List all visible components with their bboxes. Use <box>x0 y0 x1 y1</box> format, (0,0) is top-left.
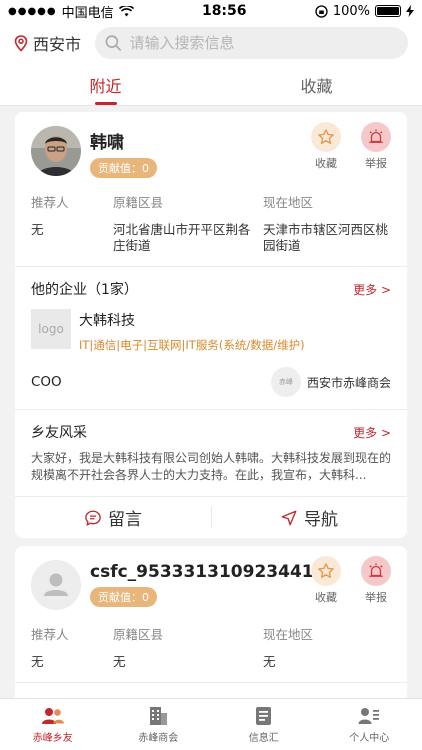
enterprise-title: 他的企业（1家） <box>31 282 138 298</box>
company-item[interactable]: logo 大韩科技 IT|通信|电子|互联网|IT服务(系统/数据/维护) <box>15 307 407 353</box>
company-logo: logo <box>31 309 71 349</box>
city-selector[interactable]: 西安市 <box>14 31 81 55</box>
member-info: 推荐人 原籍区县 现在地区 无 无 无 <box>15 610 407 670</box>
tabbar-label: 个人中心 <box>349 732 390 744</box>
card-actions: 留言 导航 <box>15 496 407 538</box>
search-bar[interactable] <box>95 27 408 59</box>
feed-list[interactable]: 韩啸 贡献值：0 收藏 举报 推荐人 原籍区县 现在地区 无 河北省唐山市开平区… <box>0 106 422 698</box>
contribution-badge: 贡献值：0 <box>90 587 157 607</box>
search-icon <box>105 35 121 51</box>
favorite-label: 收藏 <box>315 157 337 170</box>
alarm-icon <box>369 563 383 577</box>
report-button[interactable]: 举报 <box>359 556 393 605</box>
current-region-label: 现在地区 <box>263 627 314 642</box>
member-name: csfc_953331310923441 <box>90 562 314 582</box>
referrer-value: 无 <box>31 222 44 237</box>
tabbar-item-info[interactable]: 信息汇 <box>211 699 317 750</box>
message-label: 留言 <box>108 510 142 530</box>
company-industry-tags: IT|通信|电子|互联网|IT服务(系统/数据/维护) <box>79 338 305 352</box>
document-icon <box>255 706 271 725</box>
hometown-label: 原籍区县 <box>113 627 164 642</box>
charging-icon <box>406 5 414 17</box>
tabbar-item-chamber[interactable]: 赤峰商会 <box>106 699 212 750</box>
tabbar-label: 赤峰乡友 <box>32 732 73 744</box>
company-name: 大韩科技 <box>79 313 135 329</box>
tab-nearby[interactable]: 附近 <box>0 64 211 105</box>
star-icon <box>318 129 334 144</box>
chamber-name: 西安市赤峰商会 <box>306 375 391 390</box>
tabbar-label: 信息汇 <box>248 732 279 744</box>
referrer-label: 推荐人 <box>31 627 69 642</box>
signal-icon: ●●●●● <box>8 5 57 17</box>
rotation-lock-icon <box>315 4 328 18</box>
moments-more-link[interactable]: 更多 > <box>353 424 391 441</box>
navigate-label: 导航 <box>304 510 338 530</box>
current-region-value: 天津市市辖区河西区桃园街道 <box>263 222 389 253</box>
moments-section-header: 乡友风采 更多 > <box>15 410 407 450</box>
current-region-value: 无 <box>263 654 276 669</box>
carrier-label: 中国电信 <box>61 5 114 21</box>
avatar[interactable] <box>31 126 81 176</box>
member-role: COO <box>31 374 62 390</box>
default-user-icon <box>31 560 81 610</box>
tabbar-item-profile[interactable]: 个人中心 <box>317 699 422 750</box>
wifi-icon <box>118 5 134 16</box>
avatar-placeholder[interactable] <box>31 560 81 610</box>
top-bar: 西安市 <box>0 22 422 64</box>
report-label: 举报 <box>365 591 387 604</box>
search-input[interactable] <box>129 34 398 52</box>
profile-icon <box>358 707 380 724</box>
tab-favorites[interactable]: 收藏 <box>211 64 422 105</box>
member-header: csfc_953331310923441 贡献值：0 收藏 举报 <box>15 546 407 610</box>
member-header: 韩啸 贡献值：0 收藏 举报 <box>15 112 407 178</box>
message-button[interactable]: 留言 <box>15 497 211 538</box>
report-label: 举报 <box>365 157 387 170</box>
chamber-link[interactable]: 赤峰 西安市赤峰商会 <box>270 367 391 397</box>
role-row: COO 赤峰 西安市赤峰商会 <box>15 353 407 409</box>
message-icon <box>85 510 101 526</box>
status-bar: ●●●●● 中国电信 18:56 100% <box>0 0 422 22</box>
hometown-value: 无 <box>113 654 126 669</box>
chamber-logo: 赤峰 <box>270 367 301 397</box>
alarm-icon <box>369 129 383 143</box>
navigation-arrow-icon <box>281 510 297 525</box>
battery-percent: 100% <box>332 3 370 19</box>
favorite-button[interactable]: 收藏 <box>309 122 343 171</box>
navigate-button[interactable]: 导航 <box>211 497 407 538</box>
people-icon <box>41 707 64 724</box>
building-icon <box>150 706 168 725</box>
hometown-label: 原籍区县 <box>113 195 164 210</box>
moments-title: 乡友风采 <box>31 425 87 441</box>
current-region-label: 现在地区 <box>263 195 314 210</box>
enterprise-section-header: 他的企业（1家） 更多 > <box>15 267 407 307</box>
contribution-badge: 贡献值：0 <box>90 158 157 178</box>
member-name: 韩啸 <box>90 133 124 153</box>
report-button[interactable]: 举报 <box>359 122 393 171</box>
star-icon <box>318 563 334 578</box>
member-card[interactable]: 韩啸 贡献值：0 收藏 举报 推荐人 原籍区县 现在地区 无 河北省唐山市开平区… <box>15 112 407 538</box>
clock: 18:56 <box>201 3 247 19</box>
referrer-value: 无 <box>31 654 44 669</box>
hometown-value: 河北省唐山市开平区荆各庄街道 <box>113 222 251 253</box>
member-card[interactable]: csfc_953331310923441 贡献值：0 收藏 举报 推荐人 原籍区… <box>15 546 407 698</box>
bottom-tab-bar: 赤峰乡友 赤峰商会 信息汇 个人中心 <box>0 698 422 750</box>
battery-icon <box>375 5 401 17</box>
enterprise-more-link[interactable]: 更多 > <box>353 281 391 298</box>
member-info: 推荐人 原籍区县 现在地区 无 河北省唐山市开平区荆各庄街道 天津市市辖区河西区… <box>15 178 407 254</box>
location-pin-icon <box>14 34 28 52</box>
tabbar-label: 赤峰商会 <box>138 732 179 744</box>
tabbar-item-fellows[interactable]: 赤峰乡友 <box>0 699 106 750</box>
tab-bar: 附近 收藏 <box>0 64 422 106</box>
favorite-label: 收藏 <box>315 591 337 604</box>
favorite-button[interactable]: 收藏 <box>309 556 343 605</box>
city-label: 西安市 <box>33 35 82 54</box>
moments-text[interactable]: 大家好，我是大韩科技有限公司创始人韩啸。大韩科技发展到现在的规模离不开社会各界人… <box>15 450 407 496</box>
referrer-label: 推荐人 <box>31 195 69 210</box>
